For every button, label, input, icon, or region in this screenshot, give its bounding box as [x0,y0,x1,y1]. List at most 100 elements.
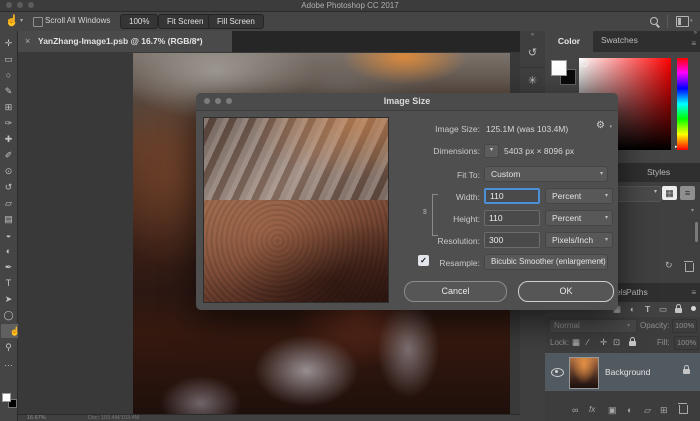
dimensions-label: Dimensions: [396,146,480,156]
hue-slider[interactable]: ▸ [677,58,688,150]
history-panel-icon[interactable]: ↺ [520,40,545,68]
ellipse-tool[interactable]: ◯ [1,307,17,323]
layer-style-icon[interactable]: fx [589,405,595,415]
tab-color[interactable]: Color [545,31,593,52]
workspace-icon[interactable] [676,16,689,27]
foreground-color-swatch[interactable] [2,393,11,402]
foreground-color-swatch-large[interactable] [551,60,567,76]
lock-transparency-icon[interactable]: ▦ [572,337,580,348]
filter-type-layers-icon[interactable]: T [645,304,650,315]
dimensions-unit-button[interactable]: ▾ [484,144,499,158]
cancel-button[interactable]: Cancel [404,281,507,302]
eraser-tool[interactable]: ▱ [1,195,17,211]
layer-mask-icon[interactable]: ▣ [608,405,617,415]
link-layers-icon[interactable]: ∞ [572,405,578,415]
close-tab-icon[interactable]: × [25,36,30,46]
lock-all-icon[interactable] [629,341,636,346]
zoom-tool[interactable]: ⚲ [1,339,17,355]
tab-swatches[interactable]: Swatches [601,31,638,50]
blur-tool[interactable]: ◒ [1,227,17,243]
resolution-unit-select[interactable]: Pixels/Inch▾ [545,232,613,248]
list-view-button[interactable]: ≡ [680,186,695,200]
options-bar: ☝ ▾ Scroll All Windows 100% Fit Screen F… [0,12,700,32]
status-zoom-level[interactable]: 16.67% [27,415,46,421]
adjustment-layer-icon[interactable]: ◐ [627,405,632,415]
lock-position-icon[interactable]: ✛ [600,337,607,348]
blend-mode-select[interactable]: Normal [549,319,637,333]
library-scrollbar[interactable] [695,222,698,242]
spot-healing-tool[interactable]: ✚ [1,131,17,147]
dialog-titlebar[interactable]: Image Size [196,93,618,111]
edit-toolbar-button[interactable]: … [1,355,17,371]
scroll-all-windows-checkbox[interactable] [33,17,43,27]
dialog-gear-icon[interactable]: ⚙ [596,120,605,131]
crop-tool[interactable]: ⊞ [1,99,17,115]
move-tool[interactable]: ✛ [1,35,17,51]
status-bar: 16.67% Doc: 103.4M/103.4M [18,414,520,421]
eyedropper-tool[interactable]: ✑ [1,115,17,131]
delete-layer-icon[interactable] [679,405,688,414]
fit-to-select[interactable]: Custom▾ [484,166,608,182]
clone-stamp-tool[interactable]: ⊙ [1,163,17,179]
adjustments-panel-icon[interactable]: ✳ [520,68,545,96]
fill-label: Fill: [657,338,669,347]
image-size-preview[interactable] [203,117,389,303]
resolution-label: Resolution: [396,236,480,246]
type-tool[interactable]: T [1,275,17,291]
dodge-tool[interactable]: ◐ [1,243,17,259]
expand-panels-icon[interactable]: » [694,30,697,36]
layer-lock-icon [683,369,690,374]
library-sync-icon[interactable]: ↻ [665,260,673,271]
layer-row-background[interactable]: Background [545,353,700,391]
blend-mode-row: Normal ▾ Opacity: 100% [545,317,700,334]
height-input[interactable]: 110 [484,210,540,226]
collapse-panels-icon[interactable]: « [520,32,545,38]
layer-name[interactable]: Background [605,367,650,377]
resample-select[interactable]: Bicubic Smoother (enlargement)▾ [484,254,608,270]
tools-panel: ✛ ▭ ○ ✎ ⊞ ✑ ✚ ✐ ⊙ ↺ ▱ ▤ ◒ ◐ ✒ T ➤ ◯ ☝ ⚲ … [0,31,18,421]
tab-styles[interactable]: Styles [647,163,670,182]
quick-selection-tool[interactable]: ✎ [1,83,17,99]
gradient-tool[interactable]: ▤ [1,211,17,227]
lock-label: Lock: [550,338,569,347]
filter-smart-objects-icon[interactable] [675,308,682,313]
layer-visibility-icon[interactable] [551,368,564,377]
color-fg-bg-swatches[interactable] [551,60,577,86]
grid-view-button[interactable]: ▦ [662,186,677,200]
lock-paint-icon[interactable]: ∕ [587,337,588,348]
new-group-icon[interactable]: ▱ [644,405,651,415]
marquee-tool[interactable]: ▭ [1,51,17,67]
height-label: Height: [396,214,480,224]
foreground-background-colors[interactable] [2,393,16,407]
document-tab[interactable]: × YanZhang-Image1.psb @ 16.7% (RGB/8*) [18,31,232,52]
pen-tool[interactable]: ✒ [1,259,17,275]
height-unit-select[interactable]: Percent▾ [545,210,613,226]
new-layer-icon[interactable]: ⊞ [660,405,668,415]
filter-shape-layers-icon[interactable]: ▭ [659,304,667,315]
brush-tool[interactable]: ✐ [1,147,17,163]
fit-screen-button[interactable]: Fit Screen [158,14,212,29]
tool-preset-chevron-icon[interactable]: ▾ [20,17,23,24]
width-input[interactable]: 110 [484,188,540,204]
layer-thumbnail[interactable] [569,357,599,389]
search-icon[interactable] [650,17,658,25]
zoom-100-button[interactable]: 100% [120,14,158,29]
filter-adjustment-layers-icon[interactable]: ◐ [630,304,635,315]
tab-paths[interactable]: Paths [626,283,648,302]
fill-value[interactable]: 100% [674,336,699,350]
resolution-input[interactable]: 300 [484,232,540,248]
path-selection-tool[interactable]: ➤ [1,291,17,307]
ok-button[interactable]: OK [518,281,614,302]
lasso-tool[interactable]: ○ [1,67,17,83]
layers-panel-menu-icon[interactable]: ≡ [691,288,696,297]
history-brush-tool[interactable]: ↺ [1,179,17,195]
width-unit-select[interactable]: Percent▾ [545,188,613,204]
color-picker-marker[interactable] [581,60,588,67]
filter-toggle-icon[interactable] [691,306,696,311]
opacity-value[interactable]: 100% [672,319,697,333]
lock-artboard-icon[interactable]: ⊡ [613,337,620,348]
fill-screen-button[interactable]: Fill Screen [208,14,264,29]
hue-slider-marker[interactable]: ▸ [675,144,678,150]
library-delete-icon[interactable] [685,263,694,272]
color-panel-menu-icon[interactable]: ≡ [691,39,696,48]
